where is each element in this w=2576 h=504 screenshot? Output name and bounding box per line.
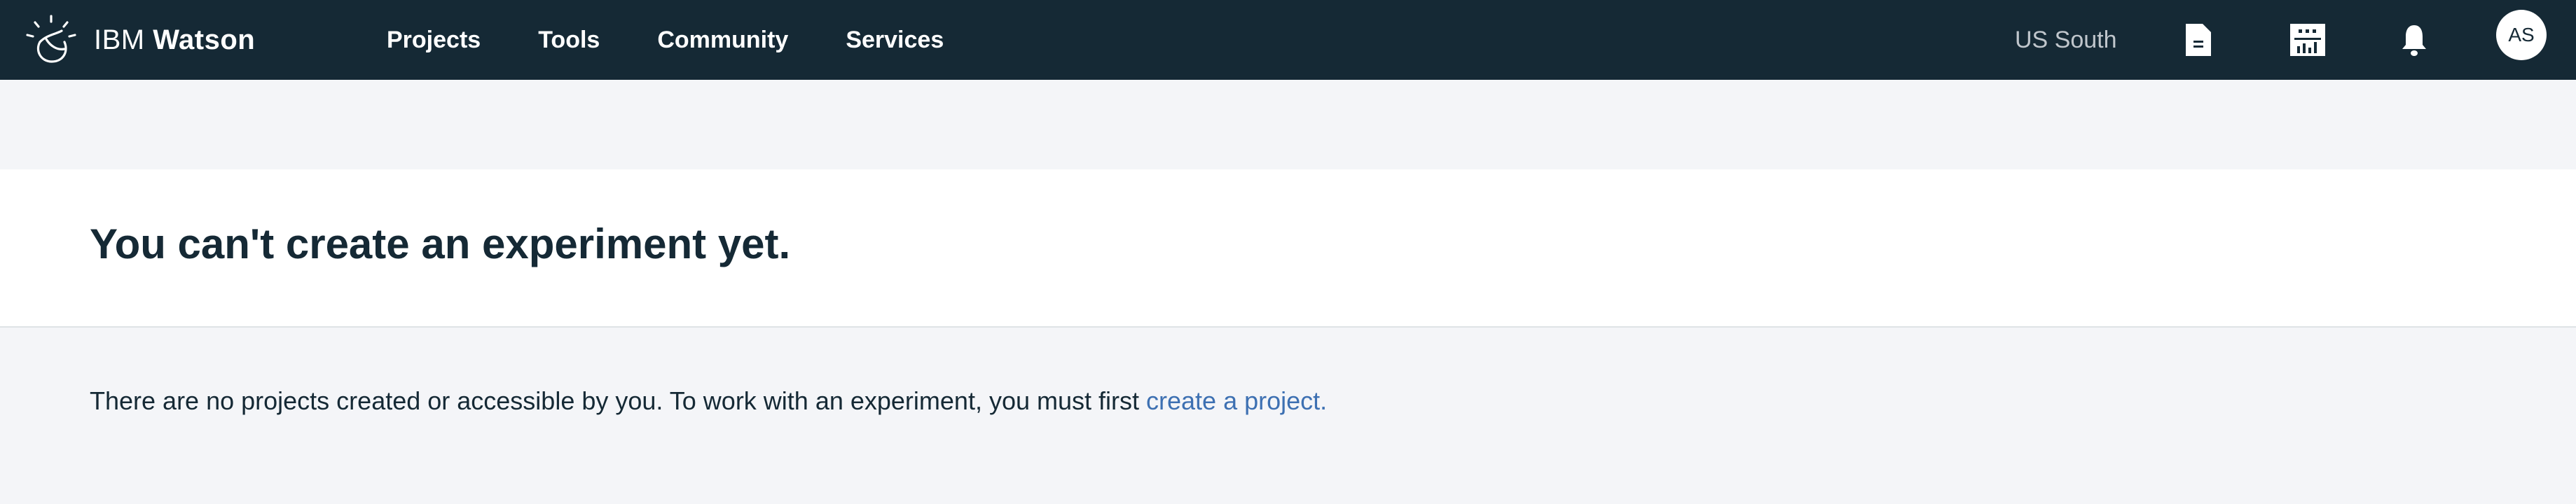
document-icon[interactable] [2180,0,2217,80]
top-navigation-bar: IBM Watson Projects Tools Community Serv… [0,0,2576,80]
brand[interactable]: IBM Watson [25,0,255,80]
create-project-link[interactable]: create a project. [1146,386,1327,415]
notification-bell-icon[interactable] [2397,0,2431,80]
empty-state-text: There are no projects created or accessi… [90,386,1147,415]
brand-watson-text: Watson [153,24,256,55]
main-nav: Projects Tools Community Services [387,0,1001,80]
nav-item-services[interactable]: Services [846,27,944,54]
watson-logo-icon [26,15,76,63]
empty-state-message: There are no projects created or accessi… [90,386,1327,416]
nav-item-tools[interactable]: Tools [538,27,600,54]
page-header-band: You can't create an experiment yet. [0,169,2576,328]
nav-item-projects[interactable]: Projects [387,27,481,54]
user-avatar[interactable]: AS [2496,10,2547,60]
region-selector[interactable]: US South [2015,0,2117,80]
nav-item-community[interactable]: Community [657,27,788,54]
catalog-grid-icon[interactable] [2288,0,2327,80]
page-title: You can't create an experiment yet. [90,220,791,267]
brand-ibm-text: IBM [94,24,145,55]
